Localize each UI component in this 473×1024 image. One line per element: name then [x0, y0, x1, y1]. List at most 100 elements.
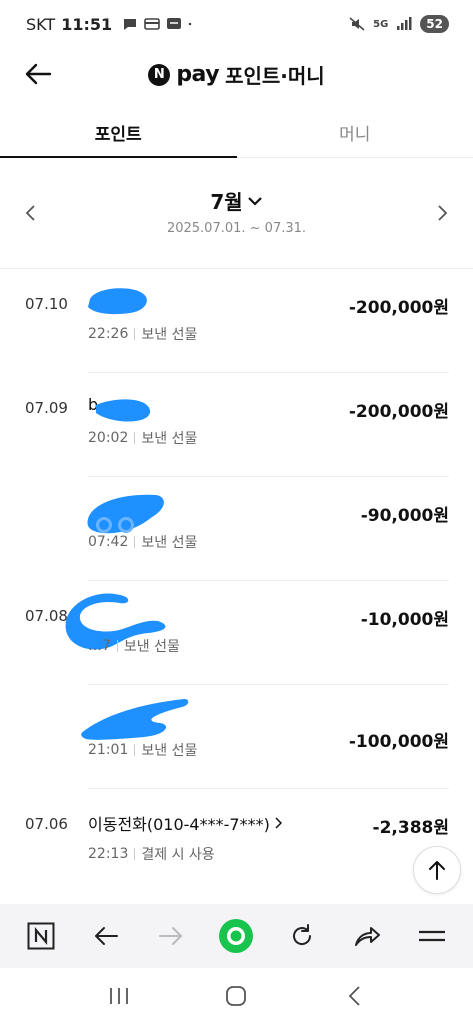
tx-amount: -90,000원	[360, 506, 449, 526]
redaction-scribble	[81, 699, 189, 740]
green-dot-button[interactable]	[216, 916, 256, 956]
month-dropdown[interactable]: 7월	[210, 186, 262, 215]
tx-date: 07.10	[25, 295, 68, 313]
recent-apps-button[interactable]	[101, 978, 137, 1014]
chevron-left-icon	[348, 986, 360, 1006]
app-header: N pay 포인트·머니	[0, 48, 473, 100]
status-left: SKT 11:51	[26, 15, 196, 34]
transaction-row[interactable]: 07.10 22:26 보낸 선물 -200,000원	[0, 269, 473, 373]
redaction-scribble	[96, 399, 151, 422]
meta-separator	[134, 848, 136, 860]
tx-time: 22:26	[88, 326, 129, 342]
naver-n-icon	[27, 922, 55, 950]
share-icon	[355, 927, 381, 946]
network-type-icon: 5G	[373, 18, 389, 30]
transaction-row[interactable]: 07.08 …7 보낸 선물 -10,000원	[0, 581, 473, 685]
system-back-button[interactable]	[336, 978, 372, 1014]
chat-bubble-icon	[124, 19, 137, 30]
transaction-row[interactable]: 07.06 이동전화(010-4***-7***) 22:13 결제 시 사용 …	[0, 789, 473, 893]
month-label: 7월	[210, 190, 243, 214]
month-selector: 7월 2025.07.01. ~ 07.31.	[0, 170, 473, 260]
tx-type: 보낸 선물	[141, 743, 198, 759]
browser-forward-button[interactable]	[151, 916, 191, 956]
tx-time: 21:01	[88, 742, 129, 758]
status-right: 5G 52	[349, 15, 449, 33]
arrow-left-icon	[94, 927, 118, 945]
scroll-to-top-button[interactable]	[413, 846, 461, 894]
tab-bar: 포인트 머니	[0, 108, 473, 158]
browser-back-button[interactable]	[86, 916, 126, 956]
tx-type: 보낸 선물	[141, 431, 198, 447]
tx-meta: 22:13 결제 시 사용	[88, 844, 215, 864]
home-icon	[226, 986, 247, 1006]
card-icon	[144, 18, 160, 30]
tx-type: 보낸 선물	[141, 327, 198, 343]
dot-icon	[188, 22, 192, 26]
meta-separator	[134, 328, 136, 340]
title-text: 포인트·머니	[225, 64, 325, 88]
naver-home-button[interactable]	[21, 916, 61, 956]
redaction-scribble	[88, 288, 147, 315]
home-button[interactable]	[218, 978, 254, 1014]
tx-merchant-link[interactable]: 이동전화(010-4***-7***)	[88, 811, 282, 835]
meta-separator	[134, 744, 136, 756]
tx-meta: …7 보낸 선물	[88, 636, 180, 656]
tx-amount: -10,000원	[360, 610, 449, 630]
tx-amount: -200,000원	[348, 402, 449, 422]
tx-date: 07.06	[25, 815, 68, 833]
refresh-icon	[292, 924, 311, 945]
tx-amount: -100,000원	[348, 732, 449, 752]
status-bar: SKT 11:51 5G 52	[0, 0, 473, 48]
tx-type: 결제 시 사용	[141, 847, 215, 863]
transaction-row[interactable]: 07:42 보낸 선물 -90,000원	[0, 477, 473, 581]
system-nav-bar	[0, 968, 473, 1024]
clock: 11:51	[61, 14, 113, 34]
meta-separator	[134, 432, 136, 444]
notification-icons	[122, 17, 196, 31]
transaction-row[interactable]: 07.09 b 20:02 보낸 선물 -200,000원	[0, 373, 473, 477]
mute-icon	[349, 17, 365, 31]
page-title: N pay 포인트·머니	[0, 60, 473, 89]
transaction-row[interactable]: 21:01 보낸 선물 -100,000원	[0, 685, 473, 789]
month-display: 7월 2025.07.01. ~ 07.31.	[0, 186, 473, 236]
arrow-right-icon	[159, 927, 183, 945]
transaction-list: 07.10 22:26 보낸 선물 -200,000원 07.09 b 20:0…	[0, 269, 473, 893]
tx-type: 보낸 선물	[123, 639, 180, 655]
browser-toolbar	[0, 904, 473, 968]
naver-n-logo: N	[148, 63, 171, 86]
tx-type: 보낸 선물	[141, 535, 198, 551]
carrier-label: SKT	[26, 14, 56, 34]
green-dot-icon	[219, 919, 254, 953]
tx-name: 이동전화(010-4***-7***)	[88, 815, 270, 834]
tx-date: 07.09	[25, 399, 68, 417]
chevron-down-icon	[247, 196, 262, 206]
tab-points[interactable]: 포인트	[0, 108, 237, 158]
tx-time: 20:02	[88, 430, 129, 446]
tx-meta: 21:01 보낸 선물	[88, 740, 197, 760]
next-month-button[interactable]	[431, 198, 455, 228]
tx-meta: 20:02 보낸 선물	[88, 428, 197, 448]
tab-money[interactable]: 머니	[237, 108, 473, 157]
date-range: 2025.07.01. ~ 07.31.	[166, 221, 307, 236]
menu-button[interactable]	[412, 916, 452, 956]
tx-time: 07:42	[88, 534, 129, 550]
arrow-up-icon	[429, 861, 445, 880]
tx-time: …7	[88, 638, 111, 654]
talk-icon	[167, 18, 182, 29]
tx-time: 22:13	[88, 846, 129, 862]
refresh-button[interactable]	[282, 916, 322, 956]
recent-apps-icon	[109, 988, 128, 1004]
hamburger-icon	[419, 930, 446, 942]
meta-separator	[116, 640, 118, 652]
tx-meta: 22:26 보낸 선물	[88, 324, 197, 344]
chevron-right-icon	[275, 817, 282, 829]
meta-separator	[134, 536, 136, 548]
pay-wordmark: pay	[176, 62, 220, 87]
battery-indicator: 52	[420, 15, 449, 33]
share-button[interactable]	[347, 916, 387, 956]
tx-amount: -200,000원	[348, 298, 449, 318]
tx-amount: -2,388원	[372, 818, 449, 838]
chevron-right-icon	[438, 205, 448, 221]
tx-meta: 07:42 보낸 선물	[88, 532, 197, 552]
signal-icon	[397, 17, 412, 30]
